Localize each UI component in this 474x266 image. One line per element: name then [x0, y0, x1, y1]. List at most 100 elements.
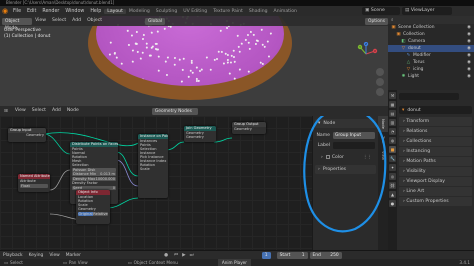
visibility-eye-icon[interactable]: ◉: [467, 45, 471, 52]
play-icon[interactable]: ▶: [182, 253, 186, 258]
properties-section-transform[interactable]: › Transform: [399, 117, 472, 126]
object-tab-icon[interactable]: ■: [389, 146, 396, 153]
visibility-eye-icon[interactable]: ◉: [467, 59, 471, 66]
properties-search-input[interactable]: [399, 92, 459, 100]
node-menu-node[interactable]: Node: [64, 106, 82, 116]
attribute-type-dropdown[interactable]: Float: [20, 183, 48, 188]
outliner-item[interactable]: ▽ donut ◉: [388, 45, 474, 52]
outliner-item[interactable]: ▣ Scene Collection ◉: [388, 24, 474, 31]
scene-selector[interactable]: ▣ Scene: [362, 7, 400, 15]
properties-section-relations[interactable]: › Relations: [399, 127, 472, 136]
sprinkle: [167, 56, 170, 59]
blender-logo-icon[interactable]: ◉: [0, 6, 10, 16]
outliner-item[interactable]: ▣ Collection ◉: [388, 31, 474, 38]
constraints-tab-icon[interactable]: ⛓: [389, 182, 396, 189]
node-menu-add[interactable]: Add: [49, 106, 64, 116]
workspace-tab-animation[interactable]: Animation: [271, 9, 300, 14]
viewport-options-button[interactable]: Options: [365, 17, 388, 25]
distribute-method-dropdown[interactable]: Poisson Disk: [72, 167, 116, 172]
workspace-tab-shading[interactable]: Shading: [246, 9, 271, 14]
timeline-bar: Playback Keying View Marker ● ⏮ ▶ ⏭ 1 St…: [0, 250, 474, 259]
menu-edit[interactable]: Edit: [24, 9, 39, 14]
properties-section-custom-properties[interactable]: › Custom Properties: [399, 197, 472, 206]
distance-min-field[interactable]: Distance Min 0.013 m: [72, 172, 116, 176]
viewport-menu-object[interactable]: Object: [84, 16, 105, 26]
properties-section-collections[interactable]: › Collections: [399, 137, 472, 146]
start-frame-field[interactable]: Start 1: [276, 251, 308, 259]
render-tab-icon[interactable]: ▦: [389, 101, 396, 108]
group-input-geometry-socket[interactable]: Geometry: [8, 133, 46, 137]
properties-section-visibility[interactable]: › Visibility: [399, 167, 472, 176]
workspace-tab-texture-paint[interactable]: Texture Paint: [210, 9, 246, 14]
outliner-item[interactable]: ✺ Light ◉: [388, 73, 474, 80]
menu-file[interactable]: File: [10, 9, 24, 14]
world-tab-icon[interactable]: ◍: [389, 137, 396, 144]
node-group-selector[interactable]: Geometry Nodes: [151, 107, 198, 115]
workspace-tab-modeling[interactable]: Modeling: [126, 9, 153, 14]
viewport-menu-select[interactable]: Select: [49, 16, 69, 26]
anim-player-indicator: Anim Player: [217, 259, 251, 266]
group-output-geometry-socket[interactable]: Geometry: [232, 127, 266, 131]
properties-section-motion-paths[interactable]: › Motion Paths: [399, 157, 472, 166]
named-attribute-node[interactable]: Named Attribute Attribute Float: [18, 174, 50, 192]
physics-tab-icon[interactable]: ◎: [389, 173, 396, 180]
view-layer-selector[interactable]: ▤ ViewLayer: [402, 7, 452, 15]
object-name-field[interactable]: ▾ donut: [399, 106, 472, 114]
visibility-eye-icon[interactable]: ◉: [467, 38, 471, 45]
camera-view-icon[interactable]: [376, 88, 384, 96]
viewport-menu-add[interactable]: Add: [69, 16, 84, 26]
3d-viewport[interactable]: Object Mode View Select Add Object Globa…: [0, 16, 388, 106]
relative-toggle[interactable]: Relative: [93, 211, 108, 216]
modifier-tab-icon[interactable]: 🔧: [389, 155, 396, 162]
record-icon[interactable]: ●: [164, 253, 168, 258]
navigation-gizmo[interactable]: X Y Z: [354, 42, 378, 66]
visibility-eye-icon[interactable]: ◉: [467, 66, 471, 73]
properties-section-instancing[interactable]: › Instancing: [399, 147, 472, 156]
output-tab-icon[interactable]: ▤: [389, 110, 396, 117]
visibility-eye-icon[interactable]: ◉: [467, 31, 471, 38]
outliner-item[interactable]: △ Torus ◉: [388, 59, 474, 66]
outliner-item[interactable]: ✎ Modifier ◉: [388, 52, 474, 59]
node-menu-view[interactable]: View: [12, 106, 29, 116]
seed-field[interactable]: Seed 0: [72, 185, 116, 190]
tool-tab-icon[interactable]: ⚒: [389, 92, 396, 99]
data-tab-icon[interactable]: ▲: [389, 191, 396, 198]
workspace-tab-uv-editing[interactable]: UV Editing: [180, 9, 210, 14]
instance-on-points-node[interactable]: Instance on Points Instances Points Sele…: [138, 134, 168, 198]
visibility-eye-icon[interactable]: ◉: [467, 73, 471, 80]
outliner-item-label: Torus: [413, 60, 425, 65]
properties-section-line-art[interactable]: › Line Art: [399, 187, 472, 196]
particles-tab-icon[interactable]: ✦: [389, 164, 396, 171]
join-geometry-node[interactable]: Join Geometry Geometry Geometry: [184, 126, 216, 142]
material-tab-icon[interactable]: ●: [389, 200, 396, 207]
current-frame-field[interactable]: 1: [261, 251, 271, 259]
jump-start-icon[interactable]: ⏮: [174, 252, 178, 258]
node-menu-select[interactable]: Select: [29, 106, 49, 116]
visibility-eye-icon[interactable]: ◉: [467, 24, 471, 31]
outliner-item[interactable]: ▽ icing ◉: [388, 66, 474, 73]
view-layer-tab-icon[interactable]: ▥: [389, 119, 396, 126]
menu-help[interactable]: Help: [87, 9, 104, 14]
original-toggle[interactable]: Original: [78, 211, 93, 216]
object-mode-dropdown[interactable]: Object Mode: [2, 17, 33, 31]
workspace-tab-sculpting[interactable]: Sculpting: [153, 9, 180, 14]
transform-orientation-dropdown[interactable]: Global: [145, 17, 166, 25]
group-input-node[interactable]: Group Input Geometry: [8, 128, 46, 142]
visibility-eye-icon[interactable]: ◉: [467, 52, 471, 59]
node-editor-type-icon[interactable]: ⊞: [0, 109, 12, 114]
group-output-node[interactable]: Group Output Geometry: [232, 122, 266, 134]
scene-tab-icon[interactable]: ◔: [389, 128, 396, 135]
menu-render[interactable]: Render: [39, 9, 62, 14]
pan-hand-icon[interactable]: [376, 78, 384, 86]
menu-window[interactable]: Window: [62, 9, 87, 14]
zoom-icon[interactable]: [376, 68, 384, 76]
outliner-item[interactable]: ◧ Camera ◉: [388, 38, 474, 45]
viewport-menu-view[interactable]: View: [32, 16, 49, 26]
workspace-tab-layout[interactable]: Layout: [104, 8, 126, 14]
object-info-node[interactable]: Object Info Location Rotation Scale Geom…: [76, 190, 110, 224]
properties-section-viewport-display[interactable]: › Viewport Display: [399, 177, 472, 186]
outliner-filter-icon[interactable]: ⌕: [391, 17, 394, 23]
end-frame-field[interactable]: End 250: [309, 251, 342, 259]
density-max-field[interactable]: Density Max 10000.000: [72, 176, 116, 181]
jump-end-icon[interactable]: ⏭: [190, 252, 194, 258]
